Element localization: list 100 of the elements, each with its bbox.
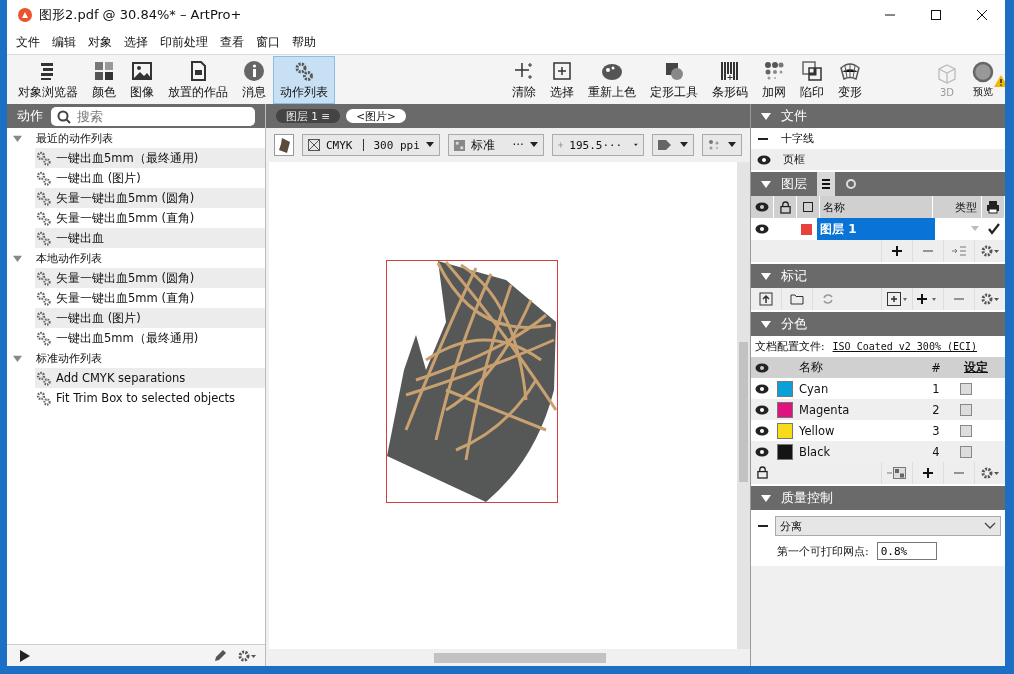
image-icon	[131, 59, 153, 82]
action-item[interactable]: 矢量一键出血5mm (直角)	[35, 288, 265, 308]
column-header[interactable]: 设定	[947, 360, 1005, 375]
plus-icon	[917, 293, 939, 305]
toolbar-button[interactable]: 陷印	[793, 56, 831, 104]
eye-icon[interactable]	[755, 404, 769, 415]
tree-group[interactable]: 标准动作列表	[7, 348, 265, 368]
play-icon[interactable]	[19, 649, 31, 662]
action-item[interactable]: 矢量一键出血5mm (圆角)	[35, 188, 265, 208]
separation-number: 2	[931, 402, 941, 417]
checkbox[interactable]	[960, 424, 972, 437]
checkbox[interactable]	[960, 403, 972, 416]
separation-number: 3	[931, 423, 941, 438]
separation-name: Magenta	[798, 402, 851, 417]
action-item[interactable]: 一键出血5mm（最终通用)	[35, 148, 265, 168]
mode-dropdown[interactable]: 标准 ···	[447, 134, 544, 156]
move-icon	[557, 139, 564, 151]
menu-item[interactable]: 窗口	[250, 33, 286, 51]
toolbar-button[interactable]: 预览	[965, 56, 1001, 104]
checkbox[interactable]	[960, 445, 972, 458]
check-icon[interactable]	[988, 223, 1000, 235]
section-header[interactable]: 文件	[751, 104, 1005, 128]
lock-icon[interactable]	[757, 466, 768, 479]
gears-icon	[35, 170, 51, 186]
layer-row[interactable]: 图层 1	[751, 218, 1005, 240]
position-dropdown[interactable]: 195.5···	[551, 134, 644, 156]
toolbar-button[interactable]: 选择	[543, 56, 581, 104]
pencil-icon[interactable]	[213, 648, 227, 663]
menu-item[interactable]: 编辑	[46, 33, 82, 51]
section-header[interactable]: 分色	[751, 312, 1005, 336]
dot-value-field[interactable]: 0.8%	[876, 542, 937, 560]
section-header[interactable]: 质量控制	[751, 486, 1005, 510]
menu-item[interactable]: 帮助	[286, 33, 322, 51]
lock-icon	[779, 200, 791, 214]
separation-name: Black	[798, 444, 832, 459]
checkbox[interactable]	[960, 382, 972, 395]
eye-icon[interactable]	[755, 224, 769, 234]
action-item[interactable]: Add CMYK separations	[35, 368, 265, 388]
tree-group[interactable]: 最近的动作列表	[7, 128, 265, 148]
eye-icon[interactable]	[755, 425, 769, 436]
tree-group[interactable]: 本地动作列表	[7, 248, 265, 268]
separation-number: 4	[931, 444, 941, 459]
toolbar-button[interactable]: 加网	[755, 56, 793, 104]
toolbar-button[interactable]: 颜色	[85, 56, 123, 104]
vertical-scrollbar[interactable]	[737, 162, 750, 649]
section-header[interactable]: 标记	[751, 264, 1005, 288]
toolbar-button[interactable]: 清除	[505, 56, 543, 104]
document-row[interactable]: 十字线	[751, 128, 1005, 149]
dots-dropdown[interactable]	[701, 134, 742, 156]
expand-icon	[761, 271, 771, 281]
toolbar-button[interactable]: 定形工具	[643, 56, 705, 104]
profile-label: 文档配置文件:	[755, 339, 825, 354]
maximize-icon[interactable]	[930, 9, 942, 21]
action-item[interactable]: 一键出血	[35, 228, 265, 248]
tag-dropdown[interactable]	[651, 134, 694, 156]
menu-item[interactable]: 文件	[10, 33, 46, 51]
action-item[interactable]: 矢量一键出血5mm (圆角)	[35, 268, 265, 288]
eye-icon[interactable]	[755, 383, 769, 394]
info-icon	[243, 59, 265, 82]
gears-icon	[35, 390, 51, 406]
color-mode-dropdown[interactable]: CMYK 300 ppi	[302, 134, 440, 156]
menu-item[interactable]: 印前处理	[154, 33, 214, 51]
close-icon[interactable]	[976, 9, 988, 21]
check-dropdown[interactable]: 分离	[775, 516, 1001, 536]
menu-item[interactable]: 对象	[82, 33, 118, 51]
tag-icon	[657, 139, 672, 151]
document-row[interactable]: 页框	[751, 149, 1005, 170]
toolbar-button[interactable]: 动作列表	[273, 56, 335, 104]
dots-icon	[707, 139, 720, 151]
list-icon[interactable]	[817, 172, 835, 196]
eye-icon	[755, 362, 769, 373]
toolbar-button[interactable]: 图像	[123, 56, 161, 104]
action-item[interactable]: 一键出血 (图片)	[35, 308, 265, 328]
search-field[interactable]: 搜索	[51, 106, 255, 126]
circle-icon[interactable]	[845, 178, 857, 190]
section-header[interactable]: 图层	[751, 172, 1005, 196]
breadcrumb-item[interactable]: <图片>	[346, 109, 406, 123]
toolbar-button[interactable]: 消息	[235, 56, 273, 104]
action-item[interactable]: 矢量一键出血5mm (直角)	[35, 208, 265, 228]
warning-icon	[994, 75, 1005, 87]
thumbnail[interactable]	[274, 134, 294, 156]
toolbar-button[interactable]: 重新上色	[581, 56, 643, 104]
menu-item[interactable]: 选择	[118, 33, 154, 51]
toolbar-button[interactable]: 对象浏览器	[11, 56, 85, 104]
eye-icon[interactable]	[755, 446, 769, 457]
breadcrumb-item[interactable]: 图层 1 ≡	[276, 109, 341, 123]
action-item[interactable]: 一键出血5mm（最终通用)	[35, 328, 265, 348]
settings-icon[interactable]	[237, 648, 257, 663]
settings-icon	[980, 466, 1000, 480]
arrow-list-icon	[952, 246, 966, 256]
profile-link[interactable]: ISO Coated v2 300% (ECI)	[832, 341, 978, 352]
action-item[interactable]: 一键出血 (图片)	[35, 168, 265, 188]
action-item[interactable]: Fit Trim Box to selected objects	[35, 388, 265, 408]
toolbar-button[interactable]: 条形码	[705, 56, 755, 104]
grid-icon	[93, 59, 115, 82]
menu-item[interactable]: 查看	[214, 33, 250, 51]
toolbar-button[interactable]: 放置的作品	[161, 56, 235, 104]
field-label: 第一个可打印网点:	[777, 543, 869, 559]
toolbar-button[interactable]: 变形	[831, 56, 869, 104]
layer-name[interactable]: 图层 1	[817, 218, 935, 240]
